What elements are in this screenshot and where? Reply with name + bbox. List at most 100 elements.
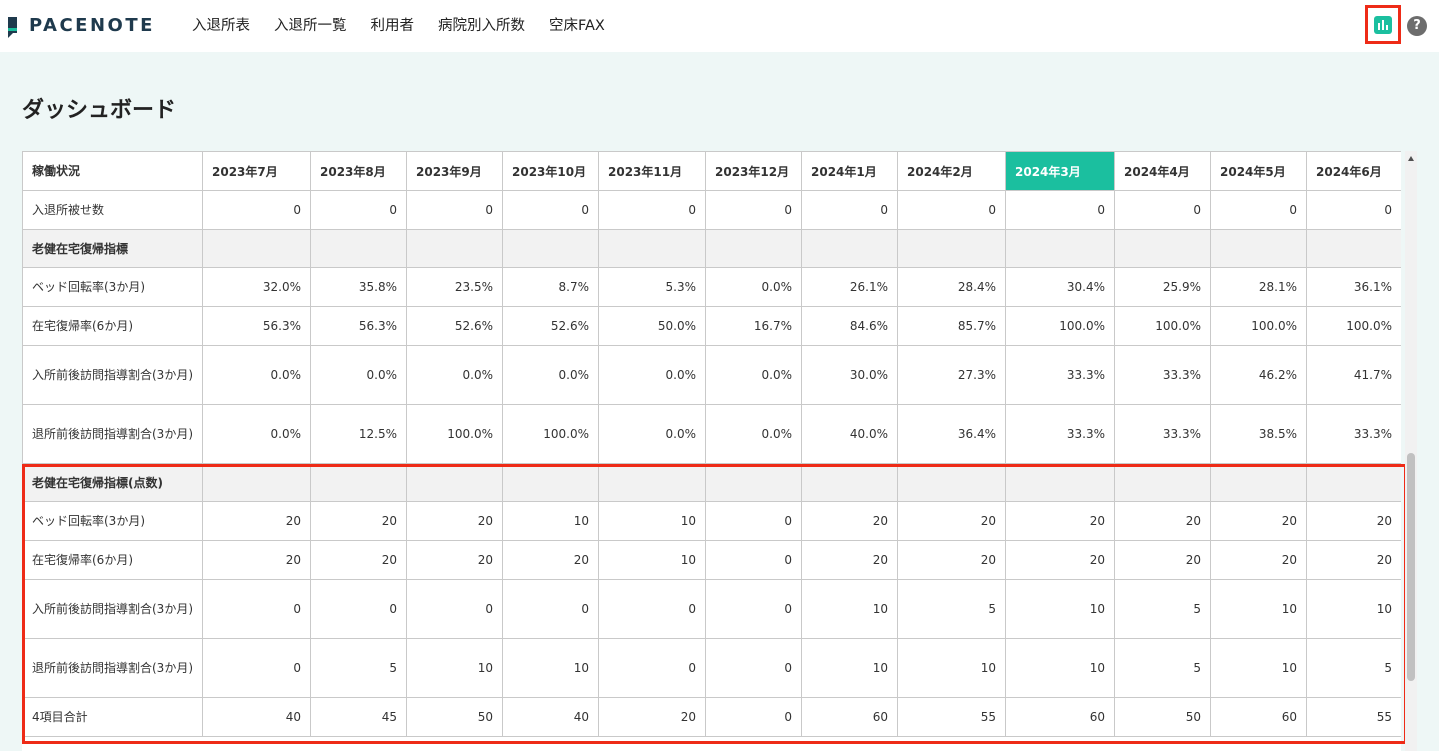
table-cell: 28.1%	[1210, 267, 1307, 307]
section-cell	[1210, 229, 1307, 268]
section-cell	[310, 229, 407, 268]
month-header-1[interactable]: 2023年8月	[310, 151, 407, 191]
table-cell: 5	[310, 638, 407, 698]
section-cell	[202, 229, 311, 268]
table-cell: 10	[1005, 579, 1115, 639]
scroll-thumb[interactable]	[1407, 453, 1415, 681]
month-header-9[interactable]: 2024年4月	[1114, 151, 1211, 191]
section-cell	[1005, 229, 1115, 268]
table-cell: 26.1%	[801, 267, 898, 307]
table-cell: 0	[705, 638, 802, 698]
section-cell	[1210, 463, 1307, 502]
table-header-row: 稼働状況 2023年7月 2023年8月 2023年9月 2023年10月 2023年11…	[22, 151, 1401, 191]
table-cell: 0	[897, 190, 1006, 230]
row-label: ベッド回転率(3か月)	[22, 501, 203, 541]
table-cell: 5	[1114, 579, 1211, 639]
table-cell: 5.3%	[598, 267, 706, 307]
table-cell: 100.0%	[406, 404, 503, 464]
scroll-up-arrow-icon[interactable]	[1408, 156, 1414, 161]
table-cell: 41.7%	[1306, 345, 1401, 405]
table-cell: 0.0%	[502, 345, 599, 405]
table-cell: 0	[1114, 190, 1211, 230]
table-row: 4項目合計 40 45 50 40 20 0 60 55 60 50 60 55	[22, 697, 1401, 737]
nav-item-2[interactable]: 利用者	[371, 14, 415, 35]
table-cell: 20	[310, 501, 407, 541]
table-cell: 56.3%	[202, 306, 311, 346]
table-cell: 10	[502, 638, 599, 698]
month-header-3[interactable]: 2023年10月	[502, 151, 599, 191]
table-cell: 33.3%	[1114, 345, 1211, 405]
table-cell: 20	[801, 501, 898, 541]
table-cell: 0	[598, 638, 706, 698]
table-cell: 100.0%	[1306, 306, 1401, 346]
logo-mark-icon	[8, 17, 17, 38]
month-header-0[interactable]: 2023年7月	[202, 151, 311, 191]
table-cell: 0	[502, 579, 599, 639]
table-cell: 10	[1005, 638, 1115, 698]
nav-item-0[interactable]: 入退所表	[192, 14, 250, 35]
section-cell	[1114, 229, 1211, 268]
section-cell	[202, 463, 311, 502]
table-cell: 20	[801, 540, 898, 580]
row-label: 在宅復帰率(6か月)	[22, 540, 203, 580]
table-cell: 33.3%	[1306, 404, 1401, 464]
chart-button-highlight	[1365, 5, 1401, 44]
app-logo[interactable]: PACENOTE	[8, 13, 155, 38]
table-cell: 27.3%	[897, 345, 1006, 405]
table-cell: 20	[598, 697, 706, 737]
section-cell	[801, 229, 898, 268]
table-row: 入所前後訪問指導割合(3か月) 0 0 0 0 0 0 10 5 10 5 10 10	[22, 579, 1401, 639]
table-cell: 40	[502, 697, 599, 737]
table-row: 退所前後訪問指導割合(3か月) 0 5 10 10 0 0 10 10 10 5 10 5	[22, 638, 1401, 698]
nav-item-3[interactable]: 病院別入所数	[438, 14, 525, 35]
table-cell: 0	[598, 190, 706, 230]
month-header-5[interactable]: 2023年12月	[705, 151, 802, 191]
table-cell: 84.6%	[801, 306, 898, 346]
table-cell: 0	[202, 579, 311, 639]
table-cell: 50	[406, 697, 503, 737]
bar-chart-icon[interactable]	[1374, 16, 1392, 34]
table-cell: 20	[1306, 501, 1401, 541]
table-cell: 10	[1210, 579, 1307, 639]
table-cell: 38.5%	[1210, 404, 1307, 464]
table-scrollbar[interactable]	[1405, 151, 1417, 751]
month-header-7[interactable]: 2024年2月	[897, 151, 1006, 191]
table-cell: 0.0%	[705, 345, 802, 405]
section-cell	[705, 463, 802, 502]
month-header-10[interactable]: 2024年5月	[1210, 151, 1307, 191]
month-header-6[interactable]: 2024年1月	[801, 151, 898, 191]
table-cell: 0.0%	[598, 404, 706, 464]
table-cell: 5	[897, 579, 1006, 639]
table-cell: 33.3%	[1005, 404, 1115, 464]
section-cell	[1114, 463, 1211, 502]
section-cell	[502, 229, 599, 268]
table-cell: 100.0%	[1114, 306, 1211, 346]
nav-item-1[interactable]: 入退所一覧	[274, 14, 347, 35]
table-cell: 20	[1306, 540, 1401, 580]
table-cell: 20	[1210, 501, 1307, 541]
table-cell: 52.6%	[406, 306, 503, 346]
table-cell: 36.1%	[1306, 267, 1401, 307]
table-cell: 10	[801, 638, 898, 698]
section-label: 老健在宅復帰指標(点数)	[22, 463, 203, 502]
table-cell: 0	[705, 190, 802, 230]
month-header-4[interactable]: 2023年11月	[598, 151, 706, 191]
table-cell: 0	[202, 190, 311, 230]
nav-item-4[interactable]: 空床FAX	[549, 14, 605, 35]
month-header-2[interactable]: 2023年9月	[406, 151, 503, 191]
help-icon[interactable]: ?	[1407, 16, 1427, 36]
logo-text: PACENOTE	[29, 14, 155, 36]
table-cell: 0	[705, 697, 802, 737]
table-cell: 0	[1306, 190, 1401, 230]
row-label: 入退所被せ数	[22, 190, 203, 230]
table-cell: 20	[1005, 540, 1115, 580]
dashboard-table-container: 稼働状況 2023年7月 2023年8月 2023年9月 2023年10月 2023年11…	[22, 151, 1401, 751]
section-cell	[598, 463, 706, 502]
table-cell: 100.0%	[502, 404, 599, 464]
month-header-11[interactable]: 2024年6月	[1306, 151, 1401, 191]
table-cell: 46.2%	[1210, 345, 1307, 405]
table-cell: 0	[705, 501, 802, 541]
month-header-8[interactable]: 2024年3月	[1005, 151, 1115, 191]
table-cell: 20	[406, 540, 503, 580]
table-row: 退所前後訪問指導割合(3か月) 0.0% 12.5% 100.0% 100.0% 0.0%…	[22, 404, 1401, 464]
